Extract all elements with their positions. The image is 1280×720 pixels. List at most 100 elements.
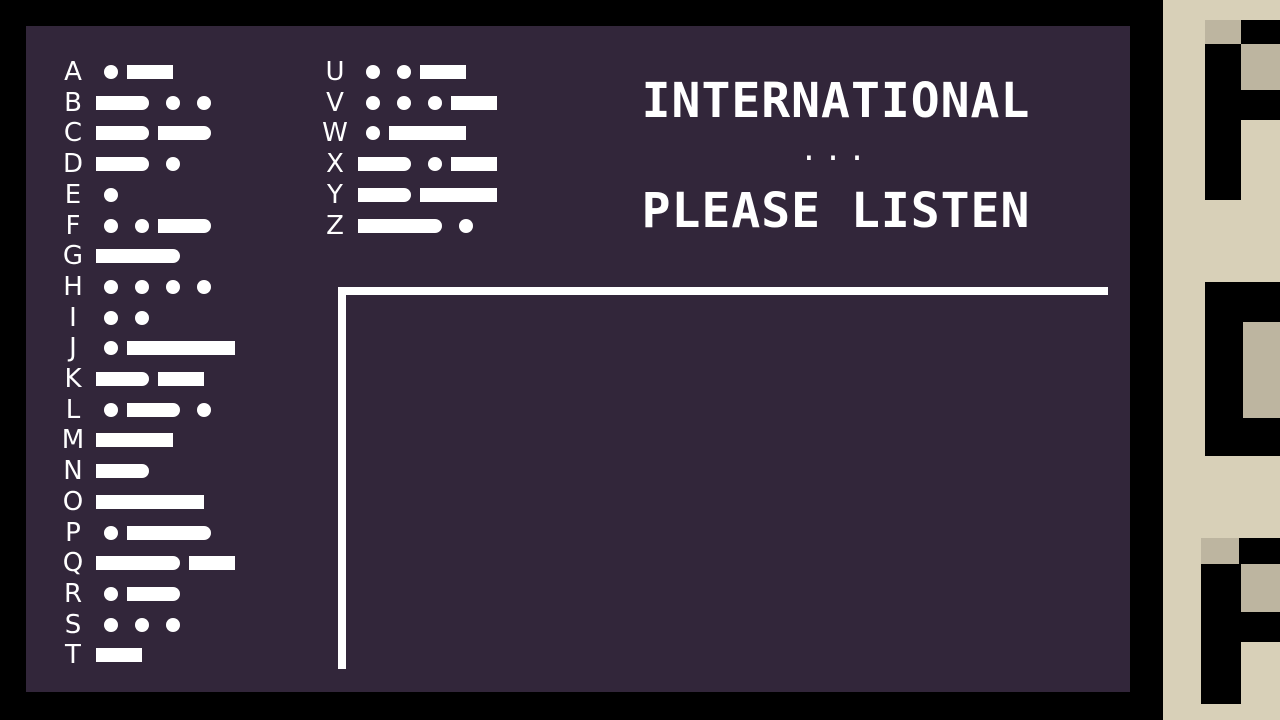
morse-letter: P (65, 517, 81, 548)
morse-dot (166, 157, 180, 172)
morse-dot (197, 279, 211, 294)
morse-letter: F (65, 210, 81, 241)
morse-dot (104, 586, 118, 601)
morse-dot (366, 65, 380, 79)
morse-row-p: P (60, 518, 320, 548)
morse-letter: E (64, 179, 82, 210)
morse-dot (135, 157, 149, 172)
morse-row-z: Z (322, 211, 582, 241)
morse-dot (397, 65, 411, 79)
morse-dash (189, 341, 235, 356)
morse-dot (197, 402, 211, 417)
morse-dash (96, 648, 142, 663)
morse-dash (127, 65, 173, 79)
morse-dash (127, 433, 173, 448)
morse-row-a: A (60, 57, 320, 87)
morse-dot (166, 279, 180, 294)
morse-letter: N (63, 456, 83, 487)
morse-dot (197, 218, 211, 233)
morse-letter: L (65, 394, 81, 425)
morse-dot (104, 617, 118, 632)
morse-letter: Q (62, 548, 84, 579)
morse-dot (135, 218, 149, 233)
morse-row-c: C (60, 118, 320, 148)
morse-dot (135, 372, 149, 386)
pixel-glyph-middle-icon (1205, 282, 1280, 456)
morse-row-f: F (60, 211, 320, 241)
morse-row-h: H (60, 272, 320, 302)
morse-letter: B (64, 87, 82, 118)
morse-row-l: L (60, 395, 320, 425)
morse-dot (428, 95, 442, 110)
morse-dot (135, 310, 149, 325)
morse-row-y: Y (322, 180, 582, 210)
morse-dot (428, 157, 442, 172)
answer-frame-left-border (338, 287, 346, 669)
morse-screen: ABCDEFGHIJKLMNOPQRST UVWXYZ INTERNATIONA… (26, 26, 1130, 692)
morse-letter: X (326, 149, 344, 180)
pixel-glyph-bottom-icon (1201, 538, 1280, 704)
morse-letter: I (69, 302, 77, 333)
morse-dash (451, 187, 497, 202)
morse-dash (420, 65, 466, 79)
morse-row-w: W (322, 118, 582, 148)
morse-letter: G (62, 241, 84, 272)
morse-dot (135, 126, 149, 141)
title-please-listen: PLEASE LISTEN (641, 183, 1031, 239)
morse-letter: H (63, 271, 83, 302)
morse-letter: A (64, 57, 82, 87)
morse-dot (166, 586, 180, 601)
morse-dot (166, 95, 180, 110)
morse-letter: Y (327, 179, 343, 210)
morse-row-g: G (60, 241, 320, 271)
morse-dot (428, 218, 442, 233)
morse-letter: R (63, 578, 83, 609)
morse-dash (189, 556, 235, 571)
morse-row-v: V (322, 88, 582, 118)
morse-dot (104, 525, 118, 540)
morse-dot (366, 126, 380, 141)
answer-frame-top-border (338, 287, 1108, 295)
morse-row-r: R (60, 579, 320, 609)
title-international: INTERNATIONAL (641, 73, 1031, 129)
morse-dot (104, 187, 118, 202)
morse-letter: O (62, 486, 84, 517)
morse-dot (135, 617, 149, 632)
morse-dot (397, 187, 411, 202)
morse-dot (166, 556, 180, 571)
morse-dot (166, 617, 180, 632)
morse-dot (104, 218, 118, 233)
morse-dash (420, 126, 466, 141)
morse-row-t: T (60, 640, 320, 670)
morse-dash (451, 95, 497, 110)
morse-row-k: K (60, 364, 320, 394)
morse-dot (397, 95, 411, 110)
morse-dot (135, 279, 149, 294)
morse-dot (197, 95, 211, 110)
morse-dot (104, 402, 118, 417)
morse-letter: M (61, 425, 85, 456)
morse-row-m: M (60, 425, 320, 455)
morse-dot (366, 95, 380, 110)
morse-dash (451, 157, 497, 172)
morse-dot (135, 95, 149, 110)
morse-letter: U (325, 57, 345, 87)
morse-row-i: I (60, 303, 320, 333)
morse-dash (158, 494, 204, 509)
pixel-glyph-top-icon (1205, 20, 1280, 200)
title-ellipsis: ... (799, 133, 873, 168)
morse-letter: S (64, 609, 82, 640)
morse-letter: V (326, 87, 344, 118)
morse-row-d: D (60, 149, 320, 179)
morse-row-b: B (60, 88, 320, 118)
morse-letter: T (65, 640, 81, 671)
morse-row-s: S (60, 610, 320, 640)
morse-row-u: U (322, 57, 582, 87)
morse-dot (104, 341, 118, 356)
morse-row-e: E (60, 180, 320, 210)
morse-dot (104, 310, 118, 325)
morse-dot (459, 218, 473, 233)
answer-area[interactable] (346, 295, 1108, 669)
morse-row-x: X (322, 149, 582, 179)
morse-dot (104, 65, 118, 79)
